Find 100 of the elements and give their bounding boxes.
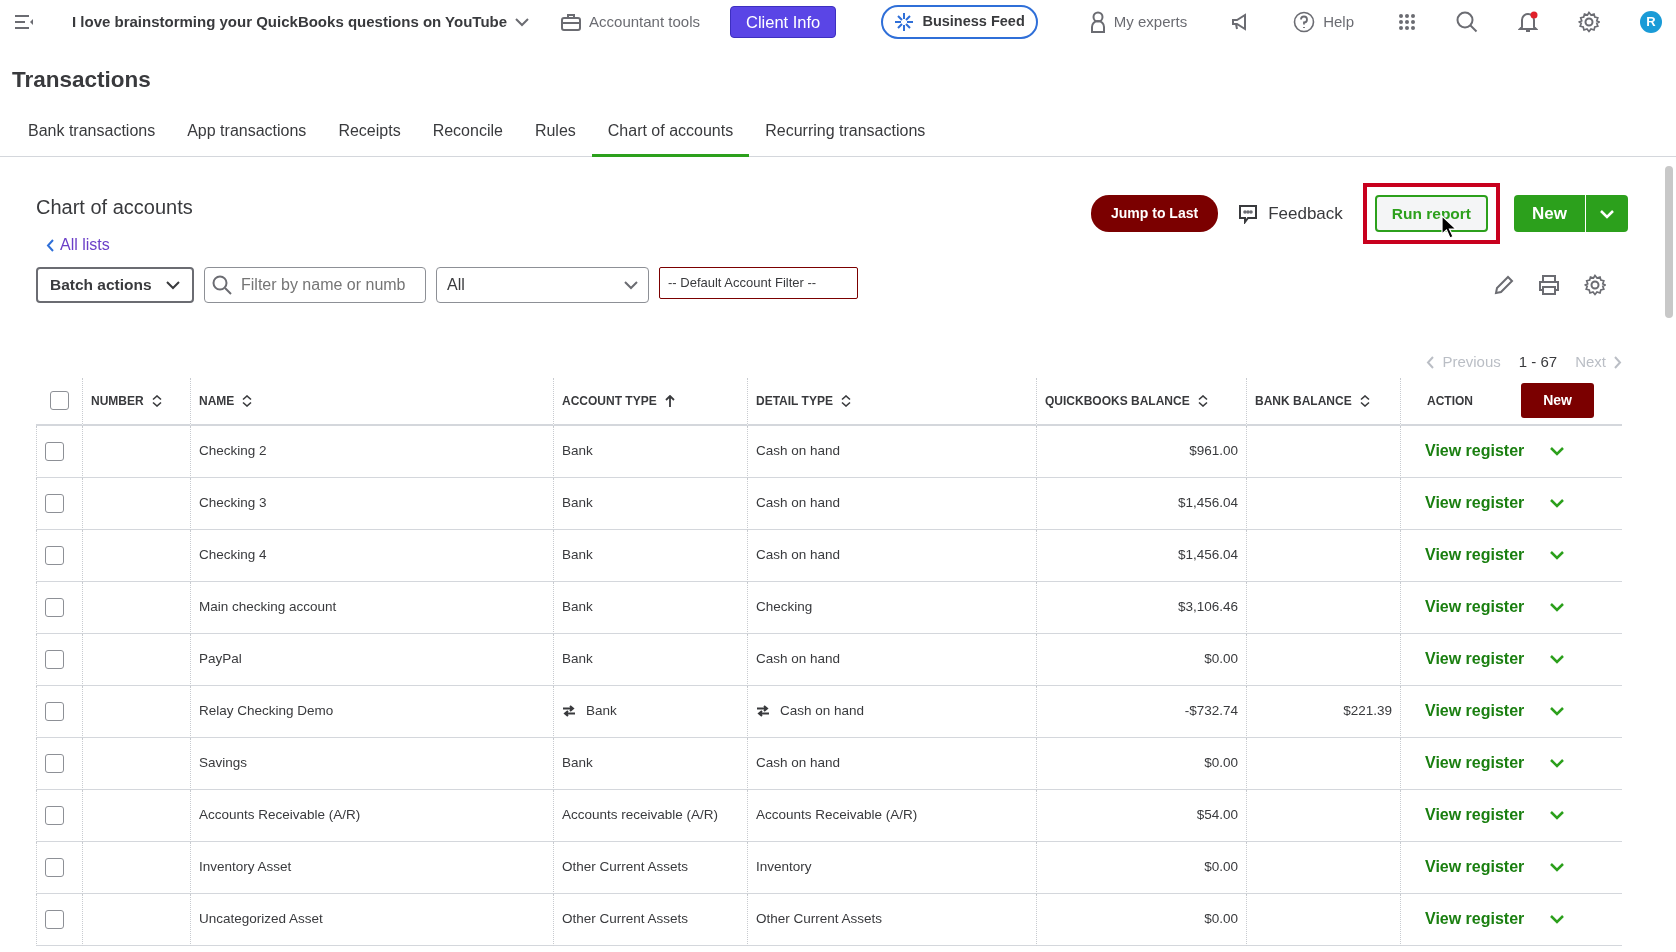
row-checkbox[interactable]: [45, 649, 64, 669]
chevron-down-icon: [1550, 810, 1564, 820]
view-register-link[interactable]: View register: [1425, 545, 1525, 565]
tab[interactable]: Reconcile: [416, 111, 519, 157]
column-header[interactable]: NUMBER: [91, 391, 144, 410]
search-icon: [1456, 11, 1478, 33]
view-register-link[interactable]: View register: [1425, 909, 1525, 929]
business-feed-button[interactable]: Business Feed: [881, 5, 1038, 39]
bank-balance: $221.39: [1343, 701, 1392, 720]
column-header: ACTION: [1427, 392, 1473, 410]
detail-type: Cash on hand: [756, 441, 841, 460]
tab[interactable]: Rules: [518, 111, 592, 157]
row-checkbox[interactable]: [45, 441, 64, 461]
detail-type: Other Current Assets: [756, 909, 883, 928]
detail-type: Checking: [756, 597, 813, 616]
row-checkbox[interactable]: [45, 753, 64, 773]
sort-icon: [1197, 394, 1208, 407]
chevron-left-icon: [1426, 355, 1435, 369]
view-register-link[interactable]: View register: [1425, 857, 1525, 877]
account-name: Savings: [199, 753, 248, 772]
quickbooks-balance: $0.00: [1204, 753, 1238, 772]
view-register-link[interactable]: View register: [1425, 441, 1525, 461]
view-register-link[interactable]: View register: [1425, 753, 1525, 773]
filter-search-field[interactable]: Filter by name or numb: [204, 267, 426, 303]
account-type: Bank: [562, 753, 593, 772]
column-header[interactable]: DETAIL TYPE: [756, 391, 833, 410]
account-name: Checking 4: [199, 545, 267, 564]
tab[interactable]: Bank transactions: [12, 111, 172, 157]
column-header[interactable]: ACCOUNT TYPE: [562, 391, 657, 410]
view-register-link[interactable]: View register: [1425, 597, 1525, 617]
page-title: Transactions: [12, 66, 152, 93]
batch-actions-button[interactable]: Batch actions: [36, 267, 194, 303]
jump-to-last-button[interactable]: Jump to Last: [1091, 195, 1219, 233]
column-header[interactable]: BANK BALANCE: [1255, 391, 1352, 410]
detail-type: Accounts Receivable (A/R): [756, 805, 918, 824]
apps-grid-icon: [1398, 13, 1416, 31]
chevron-down-icon: [1550, 550, 1564, 560]
quickbooks-balance: $1,456.04: [1177, 545, 1238, 564]
account-name: PayPal: [199, 649, 242, 668]
sort-icon: [242, 394, 253, 407]
sparkle-icon: [894, 12, 915, 32]
account-name: Checking 2: [199, 441, 267, 460]
my-experts-link[interactable]: My experts: [1113, 10, 1188, 34]
new-dropdown-button[interactable]: [1585, 194, 1628, 233]
tab[interactable]: Recurring transactions: [749, 111, 942, 157]
company-name[interactable]: I love brainstorming your QuickBooks questions on YouTube: [72, 10, 508, 34]
default-account-filter-select[interactable]: -- Default Account Filter --: [659, 267, 858, 299]
help-link[interactable]: Help: [1323, 10, 1354, 34]
column-header[interactable]: QUICKBOOKS BALANCE: [1045, 391, 1190, 410]
briefcase-icon: [561, 13, 582, 31]
feedback-button[interactable]: Feedback: [1232, 199, 1349, 228]
detail-type: Cash on hand: [756, 493, 841, 512]
row-checkbox[interactable]: [45, 909, 64, 929]
tab[interactable]: App transactions: [171, 111, 323, 157]
client-info-button[interactable]: Client Info: [729, 5, 837, 39]
chevron-down-icon: [1550, 758, 1564, 768]
account-name: Relay Checking Demo: [199, 701, 334, 720]
all-lists-link[interactable]: All lists: [46, 233, 193, 257]
account-name: Accounts Receivable (A/R): [199, 805, 361, 824]
view-register-link[interactable]: View register: [1425, 493, 1525, 513]
column-header[interactable]: NAME: [199, 391, 235, 410]
chevron-down-icon: [1550, 862, 1564, 872]
view-register-link[interactable]: View register: [1425, 805, 1525, 825]
chevron-down-icon: [624, 280, 638, 290]
account-type: Bank: [562, 441, 593, 460]
account-type-select[interactable]: All: [436, 267, 649, 303]
account-type: Bank: [586, 701, 617, 720]
row-checkbox[interactable]: [45, 857, 64, 877]
detail-type: Cash on hand: [756, 649, 841, 668]
account-type: Bank: [562, 649, 593, 668]
view-register-link[interactable]: View register: [1425, 701, 1525, 721]
sort-icon: [1359, 394, 1370, 407]
row-checkbox[interactable]: [45, 701, 64, 721]
account-type: Other Current Assets: [562, 909, 689, 928]
help-icon: [1293, 11, 1316, 33]
tab[interactable]: Receipts: [322, 111, 417, 157]
quickbooks-balance: $3,106.46: [1177, 597, 1238, 616]
account-name: Checking 3: [199, 493, 267, 512]
tab[interactable]: Chart of accounts: [591, 111, 750, 157]
select-all-checkbox[interactable]: [49, 391, 69, 410]
row-checkbox[interactable]: [45, 545, 64, 565]
row-checkbox[interactable]: [45, 805, 64, 825]
sort-icon: [151, 394, 162, 407]
view-register-link[interactable]: View register: [1425, 649, 1525, 669]
row-checkbox[interactable]: [45, 493, 64, 513]
settings-icon: [1584, 274, 1606, 296]
scrollbar[interactable]: [1665, 166, 1673, 318]
chevron-down-icon: [166, 280, 180, 290]
chevron-down-icon: [515, 17, 530, 27]
new-account-button[interactable]: New: [1521, 383, 1594, 418]
sync-icon: [562, 705, 576, 717]
quickbooks-balance: $1,456.04: [1177, 493, 1238, 512]
menu-icon: [14, 15, 34, 29]
chevron-down-icon: [1550, 654, 1564, 664]
chevron-down-icon: [1550, 706, 1564, 716]
chevron-right-icon: [1614, 355, 1622, 369]
row-checkbox[interactable]: [45, 597, 64, 617]
account-type: Accounts receivable (A/R): [562, 805, 719, 824]
accountant-tools-link[interactable]: Accountant tools: [589, 10, 700, 34]
quickbooks-balance: $961.00: [1189, 441, 1238, 460]
